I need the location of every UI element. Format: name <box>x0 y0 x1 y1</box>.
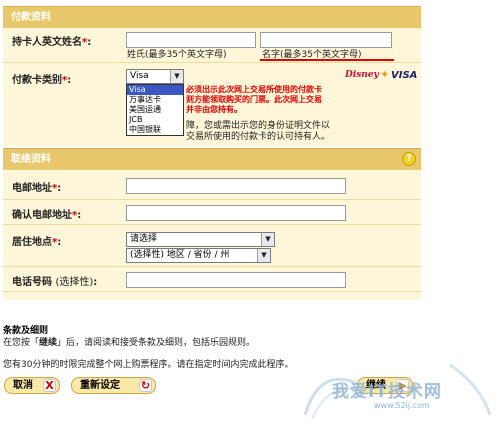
help-icon[interactable]: ? <box>402 152 416 166</box>
card-option-jcb[interactable]: JCB <box>127 115 183 125</box>
residence-select[interactable]: 请选择 ▼ <box>126 232 275 247</box>
phone-input[interactable] <box>126 272 346 288</box>
card-notice-text: 必须出示此次网上交易所使用的付款卡 则方能领取购买的门票。此次网上交易 并非由您… <box>186 85 322 114</box>
phone-label: 电话号码 (选择性): <box>12 277 98 288</box>
continue-button[interactable]: 继续 ▶ <box>357 377 413 394</box>
residence-label: 居住地点*: <box>12 237 62 248</box>
card-option-amex[interactable]: 美国运通 <box>127 105 183 115</box>
row-divider <box>3 266 421 267</box>
email-input[interactable] <box>126 178 346 194</box>
card-type-dropdown[interactable]: Visa 万事达卡 美国运通 JCB 中国银联 <box>126 84 184 136</box>
card-notice-black-text: 障，您或需出示您的身份证明文件以 交易所使用的付款卡的认可持有人。 <box>186 121 331 142</box>
chevron-down-icon[interactable]: ▼ <box>170 70 183 83</box>
chevron-down-icon[interactable]: ▼ <box>261 233 274 246</box>
last-name-hint: 姓氏(最多35个英文字母) <box>127 50 227 60</box>
holder-name-label: 持卡人英文姓名*: <box>12 37 92 48</box>
reset-button[interactable]: 重新设定 ↻ <box>71 377 156 394</box>
contact-section-header: 联络资料 <box>3 148 421 170</box>
row-divider <box>3 224 421 225</box>
payment-section-header: 付款资料 <box>3 6 421 28</box>
payment-section-title: 付款资料 <box>11 12 51 23</box>
contact-section-title: 联络资料 <box>11 154 51 165</box>
last-name-input[interactable] <box>126 32 256 48</box>
disney-logo: Disney <box>345 70 379 80</box>
annotation-underline <box>260 59 394 61</box>
row-divider <box>3 62 421 63</box>
card-option-visa[interactable]: Visa <box>127 85 183 95</box>
close-icon: X <box>43 379 56 392</box>
watermark-url: www.52ij.com <box>374 401 430 410</box>
card-logos: Disney ✦ VISA <box>345 68 418 84</box>
refresh-icon: ↻ <box>139 379 152 392</box>
email-label: 电邮地址*: <box>12 183 62 194</box>
row-divider <box>3 291 421 292</box>
card-option-mastercard[interactable]: 万事达卡 <box>127 95 183 105</box>
card-type-select[interactable]: Visa ▼ <box>126 69 184 84</box>
visa-logo: VISA <box>391 70 418 81</box>
card-type-label: 付款卡类别*: <box>12 75 72 86</box>
first-name-input[interactable] <box>260 32 392 48</box>
timer-text: 您有30分钟的时限完成整个网上购票程序。请在指定时间内完成此程序。 <box>3 360 294 370</box>
email-confirm-input[interactable] <box>126 205 346 221</box>
region-select[interactable]: (选择性) 地区 / 省份 / 州 ▼ <box>126 248 271 263</box>
card-option-unionpay[interactable]: 中国银联 <box>127 125 183 135</box>
row-divider <box>3 199 421 200</box>
terms-text: 在您按「继续」后，请阅读和接受条款及细则，包括乐园规则。 <box>3 338 256 348</box>
chevron-down-icon[interactable]: ▼ <box>257 249 270 262</box>
cancel-button[interactable]: 取消 X <box>4 377 60 394</box>
star-icon: ✦ <box>380 68 390 81</box>
arrow-right-icon: ▶ <box>396 379 409 392</box>
email-confirm-label: 确认电邮地址*: <box>12 210 82 221</box>
